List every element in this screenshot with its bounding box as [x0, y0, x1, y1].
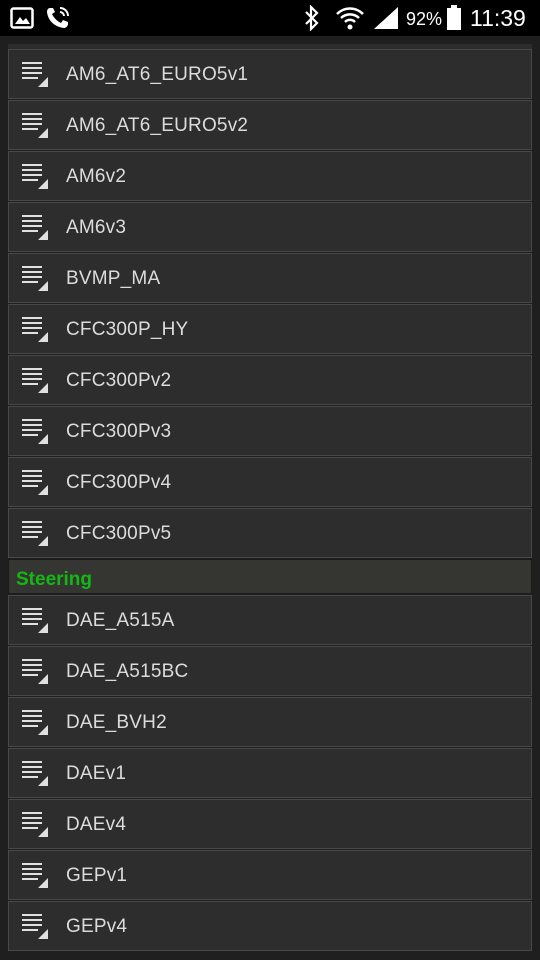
list-item[interactable]: BVMP_MA — [8, 253, 532, 303]
list-menu-icon — [20, 911, 50, 946]
list-menu-icon — [20, 59, 50, 94]
list-item-label: AM6_AT6_EURO5v2 — [66, 115, 249, 136]
list-item-label: DAE_BVH2 — [66, 712, 167, 733]
list-menu-icon — [20, 263, 50, 298]
list-item-label: AM6v2 — [66, 166, 127, 187]
list-item-label: BVMP_MA — [66, 268, 161, 289]
list-menu-icon — [20, 809, 50, 844]
list-item[interactable]: DAEv1 — [8, 748, 532, 798]
list-item[interactable]: AM6_AT6_EURO5v2 — [8, 100, 532, 150]
clock: 11:39 — [470, 5, 526, 31]
list-item-label: CFC300P_HY — [66, 319, 189, 340]
list-menu-icon — [20, 416, 50, 451]
call-icon — [44, 5, 72, 36]
list-item-label: DAE_A515BC — [66, 661, 189, 682]
list-item[interactable]: DAE_A515BC — [8, 646, 532, 696]
list-menu-icon — [20, 467, 50, 502]
wifi-icon — [335, 4, 365, 37]
list-item[interactable]: AM6v2 — [8, 151, 532, 201]
list-menu-icon — [20, 365, 50, 400]
list-item-label: GEPv4 — [66, 916, 128, 937]
battery-percent: 92% — [406, 9, 443, 29]
list-menu-icon — [20, 605, 50, 640]
list-item-label: CFC300Pv3 — [66, 421, 172, 442]
vehicle-list[interactable]: AM6_AT6_EURO5v1 AM6_AT6_EURO5v2 AM6v2 AM6v3… — [0, 36, 540, 960]
list-item-label: AM6v3 — [66, 217, 127, 238]
list-menu-icon — [20, 656, 50, 691]
list-item-label: GEPv1 — [66, 865, 128, 886]
list-item-label: DAE_A515A — [66, 610, 175, 631]
bluetooth-icon — [302, 4, 322, 36]
list-item-label: CFC300Pv5 — [66, 523, 172, 544]
signal-icon — [372, 5, 400, 36]
list-item[interactable]: CFC300Pv4 — [8, 457, 532, 507]
list-item-label: DAEv1 — [66, 763, 127, 784]
list-item[interactable]: CFC300Pv2 — [8, 355, 532, 405]
list-item[interactable]: CFC300Pv5 — [8, 508, 532, 558]
list-item-label: CFC300Pv4 — [66, 472, 172, 493]
list-item[interactable]: DAEv4 — [8, 799, 532, 849]
list-item[interactable]: GEPv1 — [8, 850, 532, 900]
list-menu-icon — [20, 314, 50, 349]
list-menu-icon — [20, 758, 50, 793]
battery-icon — [446, 5, 462, 36]
list-item[interactable]: AM6_AT6_EURO5v1 — [8, 49, 532, 99]
list-menu-icon — [20, 518, 50, 553]
list-menu-icon — [20, 707, 50, 742]
section-header-steering: Steering — [8, 559, 532, 594]
list-item[interactable]: GEPv4 — [8, 901, 532, 951]
list-item-label: CFC300Pv2 — [66, 370, 172, 391]
gallery-icon — [10, 7, 34, 34]
list-menu-icon — [20, 212, 50, 247]
list-item-label: AM6_AT6_EURO5v1 — [66, 64, 249, 85]
list-item[interactable]: AM6v3 — [8, 202, 532, 252]
list-item-label: DAEv4 — [66, 814, 127, 835]
list-item[interactable]: DAE_BVH2 — [8, 697, 532, 747]
list-item[interactable]: DAE_A515A — [8, 595, 532, 645]
section-header-label: Steering — [16, 569, 93, 590]
list-menu-icon — [20, 860, 50, 895]
list-menu-icon — [20, 161, 50, 196]
list-menu-icon — [20, 110, 50, 145]
list-item[interactable]: CFC300Pv3 — [8, 406, 532, 456]
status-bar: 92% 11:39 — [0, 0, 540, 36]
list-item[interactable]: CFC300P_HY — [8, 304, 532, 354]
